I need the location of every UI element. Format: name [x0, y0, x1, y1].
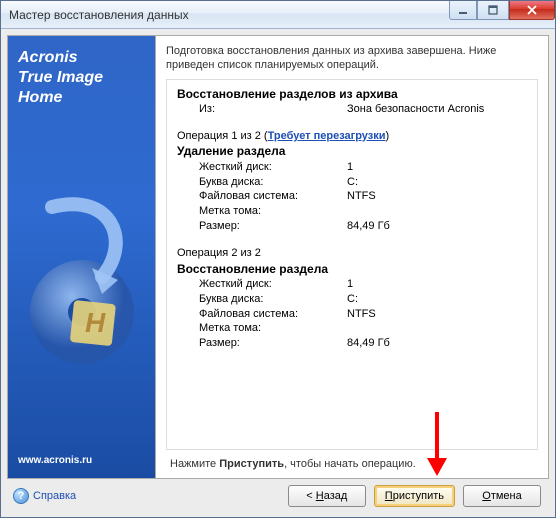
from-value: Зона безопасности Acronis	[347, 102, 484, 117]
table-row: Размер:84,49 Гб	[177, 219, 527, 234]
help-label: Справка	[33, 490, 76, 502]
from-label: Из:	[177, 102, 347, 117]
window-title: Мастер восстановления данных	[9, 8, 449, 22]
operation-title: Удаление раздела	[177, 143, 527, 159]
sidebar: Acronis True Image Home H	[7, 35, 155, 479]
help-link[interactable]: ? Справка	[13, 488, 76, 504]
table-row: Жесткий диск:1	[177, 277, 527, 292]
footer-hint: Нажмите Приступить, чтобы начать операци…	[166, 458, 538, 470]
minimize-button[interactable]	[449, 1, 477, 20]
table-row: Файловая система:NTFS	[177, 307, 527, 322]
back-button[interactable]: < Назад	[288, 485, 366, 507]
brand-line: Acronis	[18, 48, 145, 68]
main-panel: Подготовка восстановления данных из архи…	[155, 35, 549, 479]
section-title: Восстановление разделов из архива	[177, 86, 527, 102]
disc-arrow-icon: H	[22, 182, 142, 382]
close-button[interactable]	[509, 1, 555, 20]
titlebar: Мастер восстановления данных	[1, 1, 555, 29]
sidebar-url: www.acronis.ru	[18, 455, 145, 466]
from-row: Из: Зона безопасности Acronis	[177, 102, 527, 117]
operation-heading: Операция 1 из 2 (Требует перезагрузки)	[177, 129, 527, 144]
cancel-button[interactable]: Отмена	[463, 485, 541, 507]
main-row: Acronis True Image Home H	[7, 35, 549, 479]
operation-list: Восстановление разделов из архива Из: Зо…	[166, 79, 538, 450]
table-row: Метка тома:	[177, 204, 527, 219]
bottom-bar: ? Справка < Назад Приступить Отмена	[7, 479, 549, 511]
operation-heading: Операция 2 из 2	[177, 246, 527, 261]
sidebar-graphic: H	[18, 108, 145, 455]
brand-line: Home	[18, 88, 145, 108]
content: Acronis True Image Home H	[1, 29, 555, 517]
window-controls	[449, 1, 555, 28]
reboot-required-link[interactable]: Требует перезагрузки	[268, 130, 386, 142]
help-icon: ?	[13, 488, 29, 504]
table-row: Файловая система:NTFS	[177, 189, 527, 204]
table-row: Буква диска:C:	[177, 292, 527, 307]
operation-title: Восстановление раздела	[177, 261, 527, 277]
svg-text:H: H	[85, 307, 106, 338]
table-row: Буква диска:C:	[177, 175, 527, 190]
brand: Acronis True Image Home	[18, 48, 145, 108]
intro-text: Подготовка восстановления данных из архи…	[166, 44, 538, 73]
brand-line: True Image	[18, 68, 145, 88]
wizard-window: Мастер восстановления данных Acronis Tru…	[0, 0, 556, 518]
table-row: Метка тома:	[177, 321, 527, 336]
table-row: Размер:84,49 Гб	[177, 336, 527, 351]
maximize-button[interactable]	[477, 1, 509, 20]
proceed-button[interactable]: Приступить	[374, 485, 455, 507]
table-row: Жесткий диск:1	[177, 160, 527, 175]
